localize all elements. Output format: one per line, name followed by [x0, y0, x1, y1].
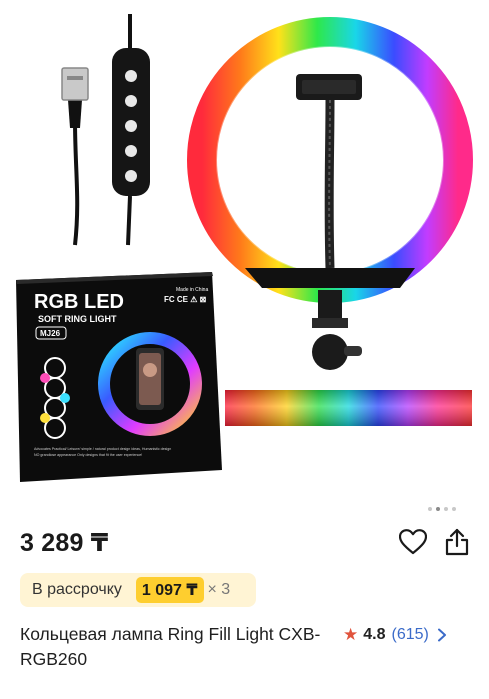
box-certification-marks: FC CE ⚠ ⊠ — [164, 295, 207, 304]
star-icon: ★ — [343, 624, 359, 644]
installment-badge[interactable]: В рассрочку 1 097 ₸ × 3 — [20, 573, 256, 607]
product-title: Кольцевая лампа Ring Fill Light CXB-RGB2… — [20, 624, 321, 669]
usb-cable — [61, 14, 150, 246]
price-row: 3 289 ₸ — [20, 524, 469, 560]
installment-multiplier: × 3 — [207, 581, 231, 598]
installment-label: В рассрочку — [32, 581, 122, 598]
rating-value: 4.8 — [363, 625, 386, 643]
pagination-dot-active[interactable] — [436, 507, 440, 511]
pagination-dot[interactable] — [452, 507, 456, 511]
ring-light — [187, 17, 473, 370]
share-button[interactable] — [441, 526, 473, 558]
review-count[interactable]: (615) — [392, 626, 429, 644]
product-image-gallery[interactable]: RGB LED SOFT RING LIGHT MJ26 Made in Chi… — [0, 0, 489, 500]
product-box: RGB LED SOFT RING LIGHT MJ26 Made in Chi… — [16, 272, 222, 482]
box-tagline-2: NO grandiose appearance Only designs tha… — [34, 453, 142, 457]
rating-link[interactable]: ★ 4.8 (615) — [343, 622, 447, 647]
heart-icon — [399, 529, 427, 555]
led-strip — [225, 390, 472, 426]
share-icon — [445, 528, 469, 556]
pagination-dot[interactable] — [444, 507, 448, 511]
box-brand: RGB LED — [34, 291, 124, 313]
pagination-dot[interactable] — [428, 507, 432, 511]
box-tagline-1: Advocates Practical/ Leisure/ simple / n… — [34, 447, 171, 451]
box-made-in: Made in China — [176, 287, 208, 293]
chevron-right-icon — [437, 628, 446, 641]
product-photo: RGB LED SOFT RING LIGHT MJ26 Made in Chi… — [16, 14, 473, 482]
box-subtitle: SOFT RING LIGHT — [38, 314, 117, 324]
installment-amount: 1 097 ₸ — [135, 577, 204, 603]
box-model: MJ26 — [40, 329, 61, 338]
product-price: 3 289 ₸ — [20, 529, 109, 557]
gallery-pagination[interactable] — [428, 507, 456, 511]
favorite-button[interactable] — [397, 526, 429, 558]
